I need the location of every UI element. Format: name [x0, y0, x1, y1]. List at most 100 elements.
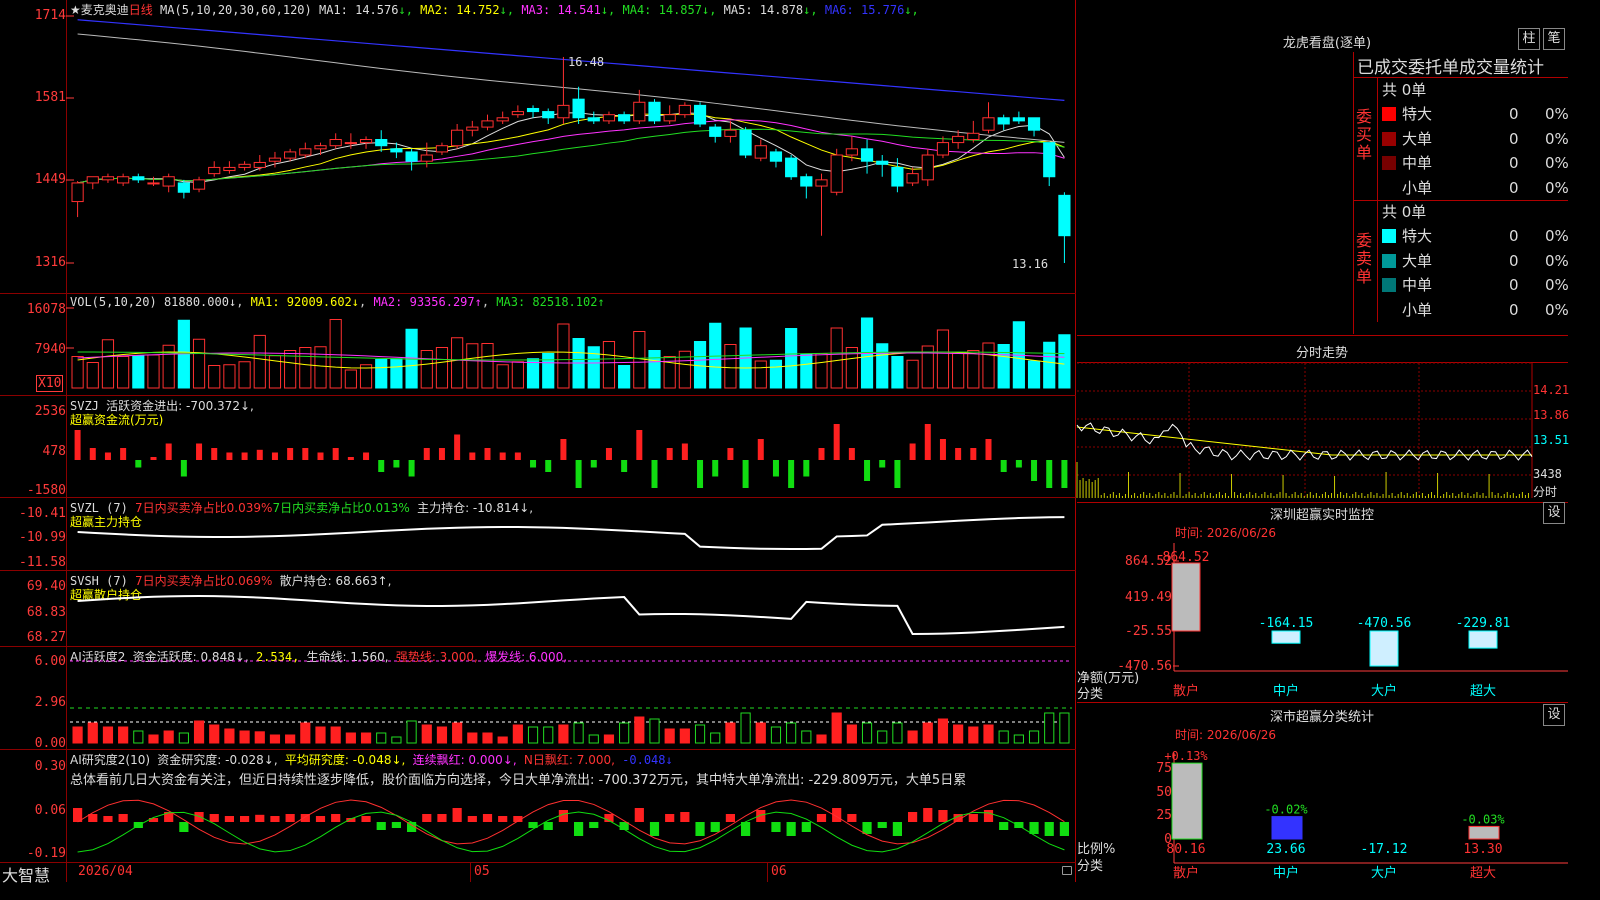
sz-class-chart[interactable]: 7550250+0.13%80.16散户-0.02%23.66中户-17.12大… — [1077, 703, 1568, 883]
class-bar-delta: -0.02% — [1264, 803, 1308, 817]
candle-body — [162, 176, 175, 187]
candle-body — [284, 151, 297, 159]
activity-bar — [482, 732, 493, 744]
lhb-row-name: 小单 — [1402, 178, 1433, 197]
flow-bar — [74, 430, 81, 460]
activity-bar — [892, 722, 903, 744]
activity-bar — [801, 730, 812, 744]
lhb-row-name: 特大 — [1402, 105, 1433, 123]
volume-bar — [1043, 341, 1056, 389]
research-bar — [270, 816, 280, 822]
activity-bar — [543, 726, 554, 744]
research-bar — [923, 808, 933, 822]
flow-bar — [499, 452, 506, 460]
research-bar — [240, 816, 250, 822]
candle-body — [314, 145, 327, 150]
activity-bar — [376, 732, 387, 744]
retail-holding-line — [77, 595, 1065, 636]
research-bar — [725, 814, 735, 822]
xaxis-label: 06 — [771, 864, 787, 879]
intraday-chart[interactable] — [1076, 362, 1568, 503]
flow-bar — [363, 452, 370, 460]
lhb-row-count: 0 — [1509, 105, 1519, 123]
lhb-subtitle: 已成交委托单成交量统计 — [1357, 58, 1544, 78]
ai-activity-chart[interactable] — [0, 647, 1076, 749]
flow-bar — [104, 452, 111, 460]
kline-chart[interactable] — [0, 0, 1076, 293]
volume-bar — [633, 331, 646, 389]
activity-bar — [953, 724, 964, 744]
research-bar — [710, 822, 720, 832]
monitor-bar-超大 — [1468, 630, 1498, 649]
volume-bar — [785, 328, 798, 389]
activity-bar — [209, 724, 220, 744]
lock-icon[interactable] — [1062, 866, 1072, 875]
lhb-row-pct: 0% — [1545, 276, 1569, 294]
activity-bar — [1013, 734, 1024, 744]
candle-body — [754, 145, 767, 159]
activity-bar — [330, 726, 341, 744]
tick-mode-button[interactable]: 笔 — [1543, 28, 1565, 50]
research-bar — [315, 816, 326, 822]
volume-bar — [511, 361, 524, 389]
class-bar-value: 13.30 — [1463, 842, 1502, 857]
activity-bar — [770, 726, 782, 744]
bar-mode-button[interactable]: 柱 — [1518, 28, 1540, 50]
flow-bar — [1000, 460, 1007, 472]
lhb-row-pct: 0% — [1545, 227, 1569, 245]
low-label: 13.16 — [1012, 257, 1049, 271]
lhb-row-count: 0 — [1509, 300, 1519, 319]
svzl-chart[interactable] — [0, 498, 1076, 570]
ai-research-chart[interactable] — [0, 750, 1076, 862]
volume-bar — [952, 353, 965, 389]
volume-chart[interactable] — [0, 294, 1076, 395]
volume-bar — [253, 334, 266, 389]
lhb-row: 小单 — [1382, 176, 1432, 200]
volume-bar — [876, 343, 889, 389]
svsh-chart[interactable] — [0, 571, 1076, 646]
research-bar — [376, 822, 386, 830]
lhb-row: 中单 — [1382, 273, 1432, 297]
sell-total: 共 0单 — [1382, 203, 1427, 221]
high-label: 16.48 — [568, 55, 605, 69]
color-swatch — [1382, 229, 1396, 243]
candle-body — [921, 154, 934, 181]
monitor-bar-label: -229.81 — [1456, 616, 1511, 631]
volume-bar — [390, 358, 403, 389]
class-ytick: 25 — [1156, 808, 1172, 823]
candle-body — [602, 114, 616, 122]
flow-bar — [545, 460, 552, 472]
activity-bar — [269, 734, 281, 744]
svzj-chart[interactable] — [0, 396, 1076, 497]
class-ytick: 75 — [1156, 761, 1172, 776]
lhb-row-pct: 0% — [1545, 105, 1569, 123]
sz-monitor-chart[interactable]: 864.52419.49-25.55-470.56864.52散户-164.15… — [1077, 503, 1568, 703]
volume-bar — [618, 365, 631, 389]
volume-bar — [906, 359, 919, 389]
volume-bar — [693, 341, 707, 389]
flow-bar — [423, 448, 430, 460]
candle-body — [618, 114, 631, 122]
flow-bar — [347, 457, 354, 460]
volume-bar — [223, 364, 236, 389]
flow-bar — [1061, 460, 1068, 488]
candle-body — [967, 132, 980, 141]
candle-body — [435, 145, 449, 153]
candle-body — [557, 104, 570, 119]
research-bar — [437, 814, 447, 822]
volume-bar — [117, 356, 130, 389]
research-bar — [255, 814, 265, 822]
flow-bar — [408, 460, 415, 477]
left-chart-area[interactable]: ★麦克奥迪日线 MA(5,10,20,30,60,120) MA1: 14.57… — [0, 0, 1076, 885]
candle-body — [511, 111, 524, 116]
research-bar — [649, 822, 660, 836]
volume-bar — [132, 355, 145, 389]
flow-bar — [89, 448, 96, 460]
research-bar — [983, 810, 994, 822]
flow-bar — [605, 448, 612, 460]
activity-bar — [664, 728, 675, 744]
activity-bar — [846, 724, 857, 744]
activity-bar — [1059, 712, 1070, 744]
activity-bar — [725, 722, 736, 744]
activity-bar — [254, 731, 265, 744]
